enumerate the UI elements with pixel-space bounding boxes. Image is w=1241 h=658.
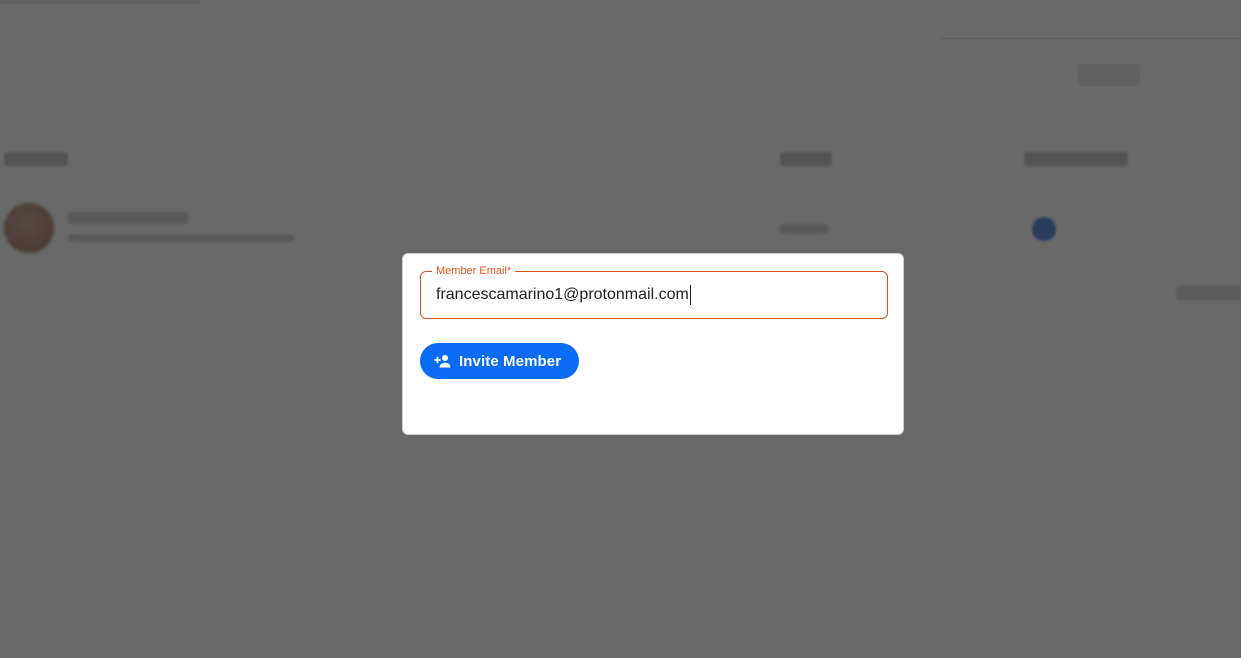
text-caret — [689, 285, 691, 305]
invite-member-button[interactable]: Invite Member — [420, 343, 579, 379]
member-email-field[interactable]: Member Email* francescamarino1@protonmai… — [420, 264, 888, 319]
member-email-value: francescamarino1@protonmail.com — [436, 286, 689, 303]
member-email-input[interactable]: francescamarino1@protonmail.com — [436, 272, 691, 318]
invite-member-label: Invite Member — [459, 352, 562, 370]
person-add-icon — [432, 354, 451, 368]
invite-member-dialog: Member Email* francescamarino1@protonmai… — [402, 253, 904, 435]
